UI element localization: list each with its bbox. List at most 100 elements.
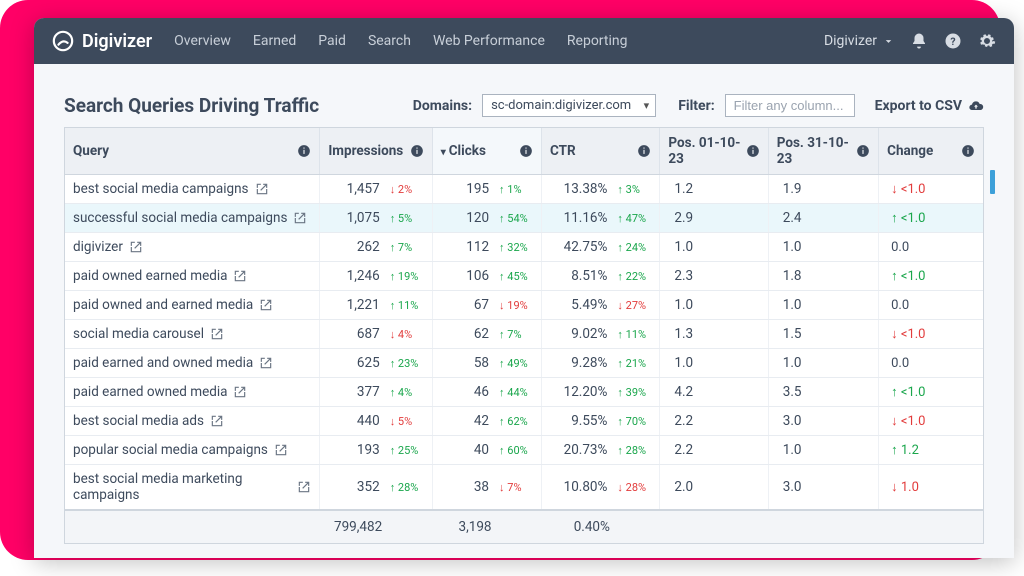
external-link-icon[interactable] [297,480,311,494]
clicks-value: 195 [441,181,489,197]
pos-start-value: 2.3 [660,262,768,291]
col-pos-end[interactable]: Pos. 31-10-23 [768,128,878,175]
info-icon[interactable] [297,144,311,158]
table-row[interactable]: successful social media campaigns 1,075↑… [65,204,983,233]
ctr-value: 10.80% [559,479,607,495]
clicks-delta: ↑ 54% [499,212,533,225]
table-row[interactable]: popular social media campaigns 193↑ 25%4… [65,436,983,465]
ctr-delta: ↑ 22% [617,270,651,283]
nav-paid[interactable]: Paid [318,33,346,49]
pos-start-value: 2.2 [660,436,768,465]
domain-select[interactable]: sc-domain:digivizer.com [482,94,656,117]
filter-input[interactable] [725,94,855,117]
external-link-icon[interactable] [233,269,247,283]
nav-web-performance[interactable]: Web Performance [433,33,545,49]
impressions-value: 687 [332,326,380,342]
bell-icon[interactable] [910,32,928,50]
nav-overview[interactable]: Overview [174,33,231,49]
table-row[interactable]: paid owned earned media 1,246↑ 19%106↑ 4… [65,262,983,291]
clicks-delta: ↓ 7% [499,481,533,494]
nav-earned[interactable]: Earned [253,33,296,49]
pos-start-value: 1.0 [660,291,768,320]
export-label: Export to CSV [875,98,962,114]
total-clicks: 3,198 [432,510,541,543]
change-value: ↓ <1.0 [879,407,983,436]
brand-label: Digivizer [82,31,152,52]
pos-start-value: 2.2 [660,407,768,436]
impressions-value: 193 [332,442,380,458]
pos-start-value: 4.2 [660,378,768,407]
impressions-value: 440 [332,413,380,429]
query-text: best social media ads [73,413,204,429]
clicks-delta: ↓ 19% [499,299,533,312]
nav-search[interactable]: Search [368,33,411,49]
table-row[interactable]: best social media marketing campaigns 35… [65,465,983,511]
col-pos-start[interactable]: Pos. 01-10-23 [660,128,768,175]
table-row[interactable]: best social media campaigns 1,457↓ 2%195… [65,175,983,204]
help-icon[interactable]: ? [944,32,962,50]
impressions-value: 377 [332,384,380,400]
external-link-icon[interactable] [259,298,273,312]
clicks-delta: ↑ 45% [499,270,533,283]
query-text: social media carousel [73,326,204,342]
clicks-value: 106 [441,268,489,284]
ctr-delta: ↑ 3% [617,183,651,196]
col-query[interactable]: Query [65,128,320,175]
query-text: paid earned and owned media [73,355,253,371]
pos-start-value: 2.0 [660,465,768,511]
info-icon[interactable] [746,144,760,158]
pos-end-value: 2.4 [768,204,878,233]
impressions-delta: ↑ 11% [390,299,424,312]
table-row[interactable]: paid earned owned media 377↑ 4%46↑ 44%12… [65,378,983,407]
brand-icon [52,30,74,52]
query-text: digivizer [73,239,123,255]
page-title: Search Queries Driving Traffic [64,94,319,117]
account-menu[interactable]: Digivizer [824,33,894,49]
nav-reporting[interactable]: Reporting [567,33,628,49]
col-change[interactable]: Change [879,128,983,175]
table-row[interactable]: paid owned and earned media 1,221↑ 11%67… [65,291,983,320]
query-text: popular social media campaigns [73,442,268,458]
query-text: paid earned owned media [73,384,227,400]
impressions-delta: ↑ 28% [390,481,424,494]
clicks-value: 120 [441,210,489,226]
impressions-delta: ↑ 5% [390,212,424,225]
app-window: Digivizer Overview Earned Paid Search We… [34,18,1014,558]
external-link-icon[interactable] [210,327,224,341]
table-row[interactable]: social media carousel 687↓ 4%62↑ 7%9.02%… [65,320,983,349]
clicks-delta: ↑ 32% [499,241,533,254]
external-link-icon[interactable] [255,182,269,196]
table-row[interactable]: paid earned and owned media 625↑ 23%58↑ … [65,349,983,378]
table-row[interactable]: digivizer 262↑ 7%112↑ 32%42.75%↑ 24%1.01… [65,233,983,262]
scrollbar-thumb[interactable] [990,170,995,194]
clicks-value: 40 [441,442,489,458]
external-link-icon[interactable] [293,211,307,225]
gear-icon[interactable] [978,32,996,50]
table-row[interactable]: best social media ads 440↓ 5%42↑ 62%9.55… [65,407,983,436]
brand[interactable]: Digivizer [52,30,152,52]
impressions-delta: ↑ 19% [390,270,424,283]
query-text: paid owned earned media [73,268,227,284]
info-icon[interactable] [961,144,975,158]
export-csv-button[interactable]: Export to CSV [875,98,984,114]
info-icon[interactable] [519,144,533,158]
external-link-icon[interactable] [210,414,224,428]
ctr-value: 20.73% [559,442,607,458]
info-icon[interactable] [856,144,870,158]
info-icon[interactable] [410,144,424,158]
cloud-upload-icon [968,98,984,114]
clicks-delta: ↑ 60% [499,444,533,457]
col-clicks[interactable]: ▾Clicks [432,128,541,175]
col-impressions[interactable]: Impressions [320,128,432,175]
external-link-icon[interactable] [233,385,247,399]
col-ctr[interactable]: CTR [542,128,660,175]
page-toolbar: Search Queries Driving Traffic Domains: … [64,94,984,117]
info-icon[interactable] [637,144,651,158]
external-link-icon[interactable] [129,240,143,254]
external-link-icon[interactable] [274,443,288,457]
clicks-value: 42 [441,413,489,429]
filter-label: Filter: [678,98,714,114]
clicks-delta: ↑ 49% [499,357,533,370]
pos-end-value: 3.0 [768,407,878,436]
external-link-icon[interactable] [259,356,273,370]
